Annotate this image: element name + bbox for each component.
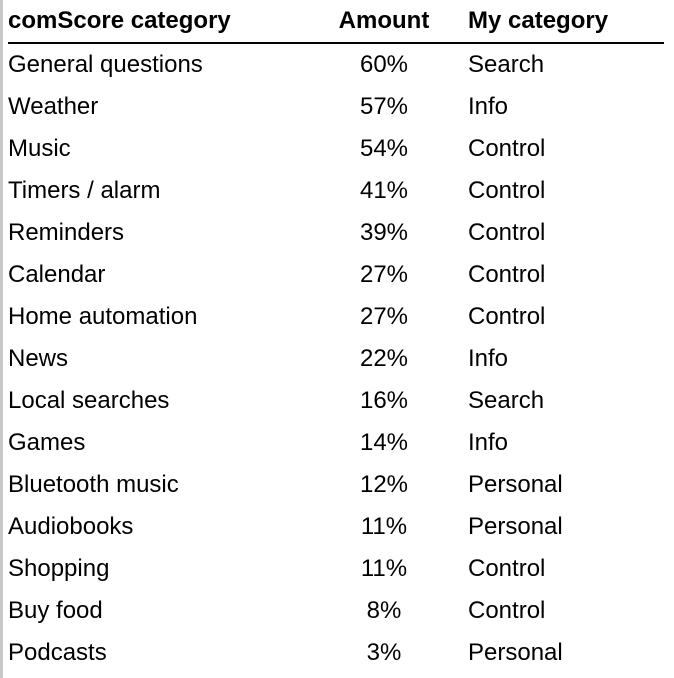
table-row: Music 54% Control xyxy=(8,128,664,170)
left-border xyxy=(0,0,3,678)
cell-amount: 8% xyxy=(366,597,402,624)
cell-amount: 12% xyxy=(359,471,409,498)
cell-category: Home automation xyxy=(8,303,198,330)
cell-amount: 11% xyxy=(360,555,408,582)
cell-category: Shopping xyxy=(8,555,110,582)
cell-category: General questions xyxy=(8,51,203,78)
cell-amount: 57% xyxy=(359,93,409,120)
cell-amount: 39% xyxy=(359,219,409,246)
cell-my-category: Info xyxy=(468,93,509,120)
cell-my-category: Control xyxy=(468,219,546,246)
table-row: Timers / alarm 41% Control xyxy=(8,170,664,212)
cell-amount: 22% xyxy=(359,345,409,372)
cell-category: Weather xyxy=(8,93,99,120)
cell-amount: 3% xyxy=(366,639,402,666)
table-row: Calendar 27% Control xyxy=(8,254,664,296)
table-row: Games 14% Info xyxy=(8,422,664,464)
table-row: Bluetooth music 12% Personal xyxy=(8,464,664,506)
cell-category: Music xyxy=(8,135,71,162)
cell-my-category: Control xyxy=(468,135,546,162)
cell-my-category: Search xyxy=(468,51,545,78)
cell-my-category: Personal xyxy=(468,471,563,498)
cell-my-category: Info xyxy=(468,429,509,456)
cell-my-category: Control xyxy=(468,555,546,582)
table-row: Weather 57% Info xyxy=(8,86,664,128)
cell-my-category: Control xyxy=(468,597,546,624)
cell-my-category: Personal xyxy=(468,639,563,666)
table-row: Shopping 11% Control xyxy=(8,548,664,590)
cell-category: Audiobooks xyxy=(8,513,134,540)
cell-category: Timers / alarm xyxy=(8,177,161,204)
table-row: Reminders 39% Control xyxy=(8,212,664,254)
table-row: General questions 60% Search xyxy=(8,43,664,86)
cell-my-category: Control xyxy=(468,303,546,330)
cell-amount: 27% xyxy=(359,303,409,330)
cell-category: Reminders xyxy=(8,219,125,246)
cell-amount: 16% xyxy=(359,387,409,414)
cell-my-category: Control xyxy=(468,177,546,204)
cell-amount: 41% xyxy=(359,177,409,204)
table-row: News 22% Info xyxy=(8,338,664,380)
cell-amount: 54% xyxy=(359,135,409,162)
cell-category: Podcasts xyxy=(8,639,107,666)
cell-my-category: Info xyxy=(468,345,509,372)
cell-amount: 11% xyxy=(360,513,408,540)
header-comscore-category: comScore category xyxy=(8,0,300,44)
header-row: comScore category Amount My category xyxy=(8,0,664,44)
cell-amount: 27% xyxy=(359,261,409,288)
header-my-category: My category xyxy=(468,0,664,44)
cell-my-category: Search xyxy=(468,387,545,414)
table-row: Buy food 8% Control xyxy=(8,590,664,632)
cell-category: Buy food xyxy=(8,597,103,624)
table-row: Audiobooks 11% Personal xyxy=(8,506,664,548)
header-amount: Amount xyxy=(300,0,468,44)
table-row: Podcasts 3% Personal xyxy=(8,632,664,674)
table-row: Local searches 16% Search xyxy=(8,380,664,422)
cell-amount: 14% xyxy=(359,429,409,456)
category-table: comScore category Amount My category Gen… xyxy=(8,0,664,674)
cell-category: Calendar xyxy=(8,261,106,288)
cell-category: Bluetooth music xyxy=(8,471,179,498)
cell-category: Local searches xyxy=(8,387,170,414)
cell-amount: 60% xyxy=(359,51,409,78)
cell-category: News xyxy=(8,345,69,372)
cell-category: Games xyxy=(8,429,86,456)
cell-my-category: Control xyxy=(468,261,546,288)
cell-my-category: Personal xyxy=(468,513,563,540)
table-row: Home automation 27% Control xyxy=(8,296,664,338)
